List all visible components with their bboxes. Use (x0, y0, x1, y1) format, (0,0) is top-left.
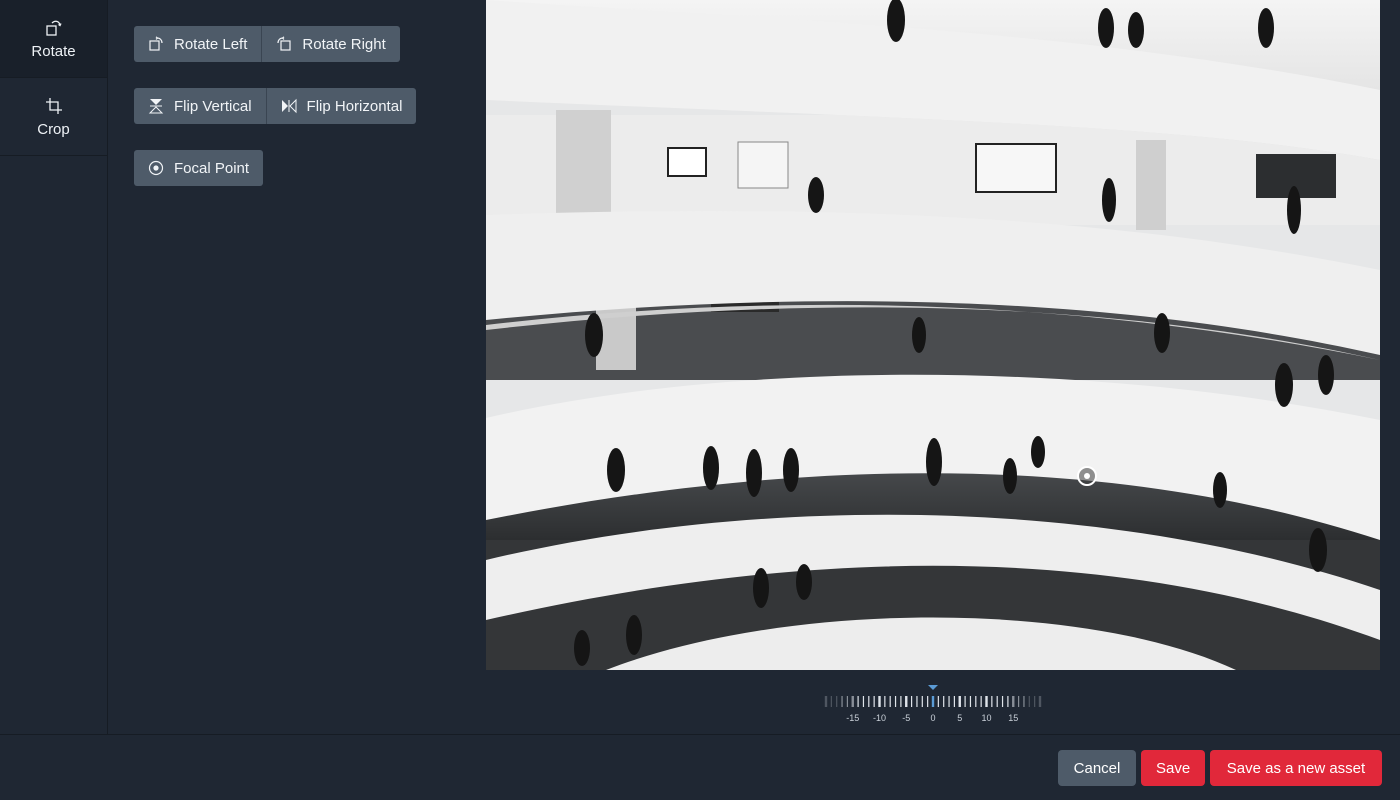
image-preview[interactable] (486, 0, 1380, 670)
ruler-tick (851, 696, 854, 707)
ruler-tick (857, 696, 859, 707)
ruler-tick (980, 696, 982, 707)
flip-horizontal-label: Flip Horizontal (306, 97, 403, 115)
ruler-indicator[interactable] (928, 685, 938, 690)
sidebar-item-rotate[interactable]: Rotate (0, 0, 107, 78)
ruler-tick (996, 696, 998, 707)
focal-point-label: Focal Point (174, 159, 250, 177)
ruler-label: 0 (930, 713, 935, 723)
rotate-left-icon (149, 36, 163, 51)
ruler-tick (830, 696, 832, 707)
ruler-tick (927, 696, 929, 707)
flip-group: Flip Vertical Flip Horizontal (134, 88, 417, 124)
ruler-tick (846, 696, 848, 707)
focal-point-marker[interactable] (1077, 466, 1097, 486)
ruler-tick (1038, 696, 1042, 707)
rotate-right-label: Rotate Right (302, 35, 386, 53)
ruler-tick (884, 696, 886, 707)
rotation-ruler[interactable]: -15 -10 -5 0 5 10 15 (716, 684, 1146, 726)
ruler-tick (991, 696, 993, 707)
ruler-tick (862, 696, 865, 707)
flip-vertical-icon (148, 99, 164, 114)
focal-point-button[interactable]: Focal Point (134, 150, 264, 186)
ruler-tick (985, 696, 988, 707)
save-as-new-asset-button[interactable]: Save as a new asset (1210, 750, 1382, 786)
rotate-right-button[interactable]: Rotate Right (262, 26, 400, 62)
ruler-tick (975, 696, 977, 707)
ruler-tick (889, 696, 891, 707)
ruler-tick (969, 696, 972, 707)
flip-vertical-label: Flip Vertical (174, 97, 252, 115)
save-button[interactable]: Save (1141, 750, 1205, 786)
ruler-label: -10 (873, 713, 886, 723)
ruler-label: 10 (981, 713, 991, 723)
sidebar-item-crop[interactable]: Crop (0, 78, 107, 156)
ruler-label: -5 (902, 713, 910, 723)
ruler-tick (943, 696, 945, 707)
sidebar-item-label: Rotate (31, 42, 76, 60)
ruler-tick (873, 696, 875, 707)
ruler-tick (953, 696, 955, 707)
ruler-tick (964, 696, 966, 707)
focal-group: Focal Point (134, 150, 416, 186)
ruler-tick (824, 696, 828, 707)
tool-panel: Rotate Left Rotate Right Flip Vertical F… (134, 26, 417, 212)
flip-horizontal-icon (281, 98, 297, 114)
ruler-tick (894, 696, 897, 707)
rotation-ruler-scale: -15 -10 -5 0 5 10 15 (824, 685, 1042, 723)
crop-icon (45, 97, 62, 114)
ruler-tick (1018, 696, 1020, 707)
ruler-tick (916, 696, 918, 707)
ruler-tick (921, 696, 923, 707)
focal-point-icon (148, 160, 164, 176)
ruler-tick (931, 696, 935, 707)
ruler-tick (905, 696, 908, 707)
flip-horizontal-button[interactable]: Flip Horizontal (266, 88, 417, 124)
ruler-tick (878, 696, 881, 707)
ruler-tick (958, 696, 961, 707)
cancel-button[interactable]: Cancel (1058, 750, 1136, 786)
flip-vertical-button[interactable]: Flip Vertical (134, 88, 267, 124)
ruler-tick (911, 696, 913, 707)
ruler-tick (1023, 696, 1025, 707)
ruler-tick (948, 696, 950, 707)
rotate-group: Rotate Left Rotate Right (134, 26, 416, 62)
ruler-tick (900, 696, 902, 707)
ruler-label: 15 (1008, 713, 1018, 723)
footer-bar: Cancel Save Save as a new asset (0, 734, 1400, 800)
ruler-label: 5 (957, 713, 962, 723)
preview-photo (486, 0, 1380, 670)
rotate-left-button[interactable]: Rotate Left (134, 26, 263, 62)
ruler-tick (1007, 696, 1009, 707)
ruler-tick (836, 696, 838, 707)
rotate-left-label: Rotate Left (174, 35, 248, 53)
ruler-tick (841, 696, 843, 707)
rotate-right-icon (277, 36, 291, 51)
ruler-tick (1001, 696, 1004, 707)
sidebar-item-label: Crop (37, 120, 70, 138)
ruler-tick (937, 696, 939, 707)
ruler-tick (1028, 696, 1030, 707)
rotate-icon (45, 20, 62, 36)
ruler-label: -15 (846, 713, 859, 723)
ruler-tick (868, 696, 870, 707)
ruler-tick (1012, 696, 1015, 707)
sidebar: Rotate Crop (0, 0, 108, 734)
ruler-tick (1034, 696, 1036, 707)
